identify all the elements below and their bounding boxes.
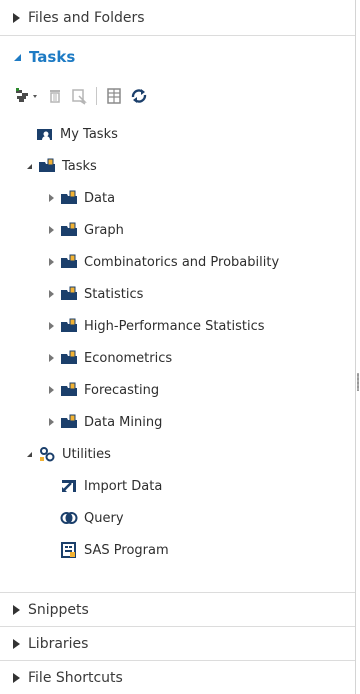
tree-item-label: Utilities (62, 446, 111, 462)
collapsed-caret-icon[interactable] (46, 258, 56, 266)
tree-item-label: Statistics (84, 286, 144, 302)
properties-icon (72, 89, 87, 105)
section-label: Libraries (28, 635, 89, 652)
folder-icon (60, 318, 78, 334)
tree-item-combinatorics-and-probability[interactable]: Combinatorics and Probability (0, 246, 355, 278)
section-label: Tasks (29, 48, 76, 66)
section-label: Files and Folders (28, 9, 145, 26)
collapsed-caret-icon[interactable] (46, 194, 56, 202)
tree-item-label: Data Mining (84, 414, 163, 430)
tree-item-utilities[interactable]: Utilities (0, 438, 355, 470)
tree-item-statistics[interactable]: Statistics (0, 278, 355, 310)
refresh-button[interactable] (129, 85, 149, 107)
tree-item-my-tasks[interactable]: My Tasks (0, 118, 355, 150)
tree-item-label: Tasks (62, 158, 97, 174)
folder-icon (60, 286, 78, 302)
collapsed-caret-icon (13, 638, 20, 649)
expanded-caret-icon[interactable] (24, 451, 34, 457)
properties-button[interactable] (70, 85, 88, 107)
collapsed-caret-icon (13, 12, 20, 23)
section-label: File Shortcuts (28, 669, 123, 686)
folder-icon (60, 414, 78, 430)
utilities-icon (38, 446, 56, 462)
collapsed-caret-icon[interactable] (46, 226, 56, 234)
tasks-tree: My Tasks Tasks Data Graph Combinatorics … (0, 114, 355, 566)
my-tasks-icon (36, 126, 54, 142)
tree-item-graph[interactable]: Graph (0, 214, 355, 246)
sas-program-icon (60, 542, 78, 558)
tree-item-query[interactable]: Query (0, 502, 355, 534)
delete-icon (50, 90, 60, 103)
tree-item-label: Combinatorics and Probability (84, 254, 280, 270)
collapsed-caret-icon[interactable] (46, 386, 56, 394)
tree-item-label: Data (84, 190, 116, 206)
query-icon (60, 510, 78, 526)
tree-item-label: Graph (84, 222, 124, 238)
section-files-and-folders[interactable]: Files and Folders (0, 0, 355, 36)
folder-icon (38, 158, 56, 174)
tree-item-label: SAS Program (84, 542, 169, 558)
tree-item-tasks-root[interactable]: Tasks (0, 150, 355, 182)
tree-item-high-performance-statistics[interactable]: High-Performance Statistics (0, 310, 355, 342)
tree-item-import-data[interactable]: Import Data (0, 470, 355, 502)
collapsed-caret-icon[interactable] (46, 290, 56, 298)
tree-item-data[interactable]: Data (0, 182, 355, 214)
tree-item-label: Econometrics (84, 350, 173, 366)
folder-icon (60, 254, 78, 270)
toolbar-separator (96, 87, 97, 105)
tree-item-forecasting[interactable]: Forecasting (0, 374, 355, 406)
tree-item-label: Import Data (84, 478, 163, 494)
section-libraries[interactable]: Libraries (0, 626, 355, 660)
tasks-toolbar (0, 78, 355, 114)
navigation-pane: Files and Folders Tasks My Tasks Tasks D… (0, 0, 356, 694)
new-task-menu-icon (16, 88, 37, 102)
properties-grid-button[interactable] (105, 85, 123, 107)
bottom-sections: Snippets Libraries File Shortcuts (0, 592, 355, 694)
expanded-caret-icon[interactable] (24, 163, 34, 169)
folder-icon (60, 190, 78, 206)
collapsed-caret-icon (13, 604, 20, 615)
collapsed-caret-icon (13, 672, 20, 683)
tree-item-label: High-Performance Statistics (84, 318, 265, 334)
properties-grid-icon (107, 88, 121, 104)
tree-item-label: Query (84, 510, 124, 526)
collapsed-caret-icon[interactable] (46, 418, 56, 426)
tree-item-data-mining[interactable]: Data Mining (0, 406, 355, 438)
new-task-menu-button[interactable] (14, 85, 40, 107)
section-file-shortcuts[interactable]: File Shortcuts (0, 660, 355, 694)
resize-grip-handle[interactable] (357, 373, 359, 391)
tree-item-econometrics[interactable]: Econometrics (0, 342, 355, 374)
folder-icon (60, 350, 78, 366)
section-label: Snippets (28, 601, 89, 618)
folder-icon (60, 222, 78, 238)
import-data-icon (60, 478, 78, 494)
section-snippets[interactable]: Snippets (0, 592, 355, 626)
tree-item-sas-program[interactable]: SAS Program (0, 534, 355, 566)
tree-item-label: Forecasting (84, 382, 160, 398)
collapsed-caret-icon[interactable] (46, 322, 56, 330)
tree-item-label: My Tasks (60, 126, 118, 142)
folder-icon (60, 382, 78, 398)
section-tasks[interactable]: Tasks (0, 36, 355, 78)
delete-button[interactable] (46, 85, 64, 107)
expanded-caret-icon (14, 53, 21, 61)
collapsed-caret-icon[interactable] (46, 354, 56, 362)
refresh-icon (131, 89, 147, 103)
